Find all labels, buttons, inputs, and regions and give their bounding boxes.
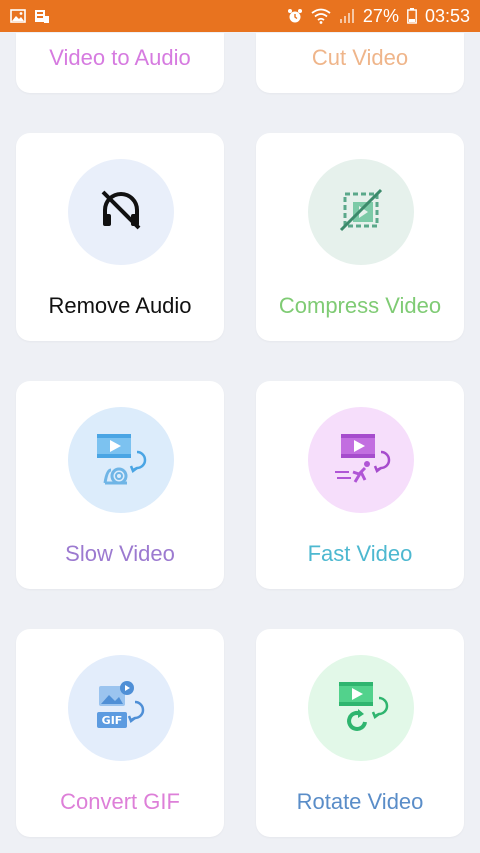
status-bar: 27% 03:53 xyxy=(0,0,480,32)
clock: 03:53 xyxy=(424,5,470,26)
tool-label: Rotate Video xyxy=(296,789,424,814)
svg-text:GIF: GIF xyxy=(102,714,123,727)
tool-label: Video to Audio xyxy=(49,45,191,70)
compress-video-icon xyxy=(335,184,387,241)
tool-card-remove-audio[interactable]: Remove Audio xyxy=(16,133,224,341)
tool-label: Convert GIF xyxy=(60,789,180,814)
icon-circle xyxy=(68,407,174,513)
headphones-off-icon xyxy=(97,186,145,239)
gif-convert-icon: GIF xyxy=(91,676,151,741)
icon-circle xyxy=(68,159,174,265)
icon-circle: GIF xyxy=(68,655,174,761)
notification-icon xyxy=(34,8,50,24)
alarm-icon xyxy=(287,8,303,24)
tool-card-compress-video[interactable]: Compress Video xyxy=(256,133,464,341)
rotate-video-icon xyxy=(331,676,391,741)
battery-icon xyxy=(407,8,417,24)
slow-video-icon xyxy=(91,428,151,493)
fast-video-icon xyxy=(331,428,391,493)
tool-label: Remove Audio xyxy=(48,293,192,318)
wifi-icon xyxy=(311,8,331,24)
tool-label: Slow Video xyxy=(65,541,175,566)
icon-circle xyxy=(308,159,414,265)
tool-card-slow-video[interactable]: Slow Video xyxy=(16,381,224,589)
tool-card-convert-gif[interactable]: GIF Convert GIF xyxy=(16,629,224,837)
tool-card-fast-video[interactable]: Fast Video xyxy=(256,381,464,589)
tool-card-video-to-audio[interactable]: Video to Audio xyxy=(16,33,224,93)
tool-card-cut-video[interactable]: Cut Video xyxy=(256,33,464,93)
tool-label: Cut Video xyxy=(311,45,409,70)
tool-label: Fast Video xyxy=(307,541,413,566)
gallery-icon xyxy=(10,9,26,23)
tool-card-rotate-video[interactable]: Rotate Video xyxy=(256,629,464,837)
icon-circle xyxy=(308,407,414,513)
icon-circle xyxy=(308,655,414,761)
battery-percent: 27% xyxy=(362,5,399,26)
signal-icon xyxy=(339,8,355,24)
tool-label: Compress Video xyxy=(278,293,442,318)
